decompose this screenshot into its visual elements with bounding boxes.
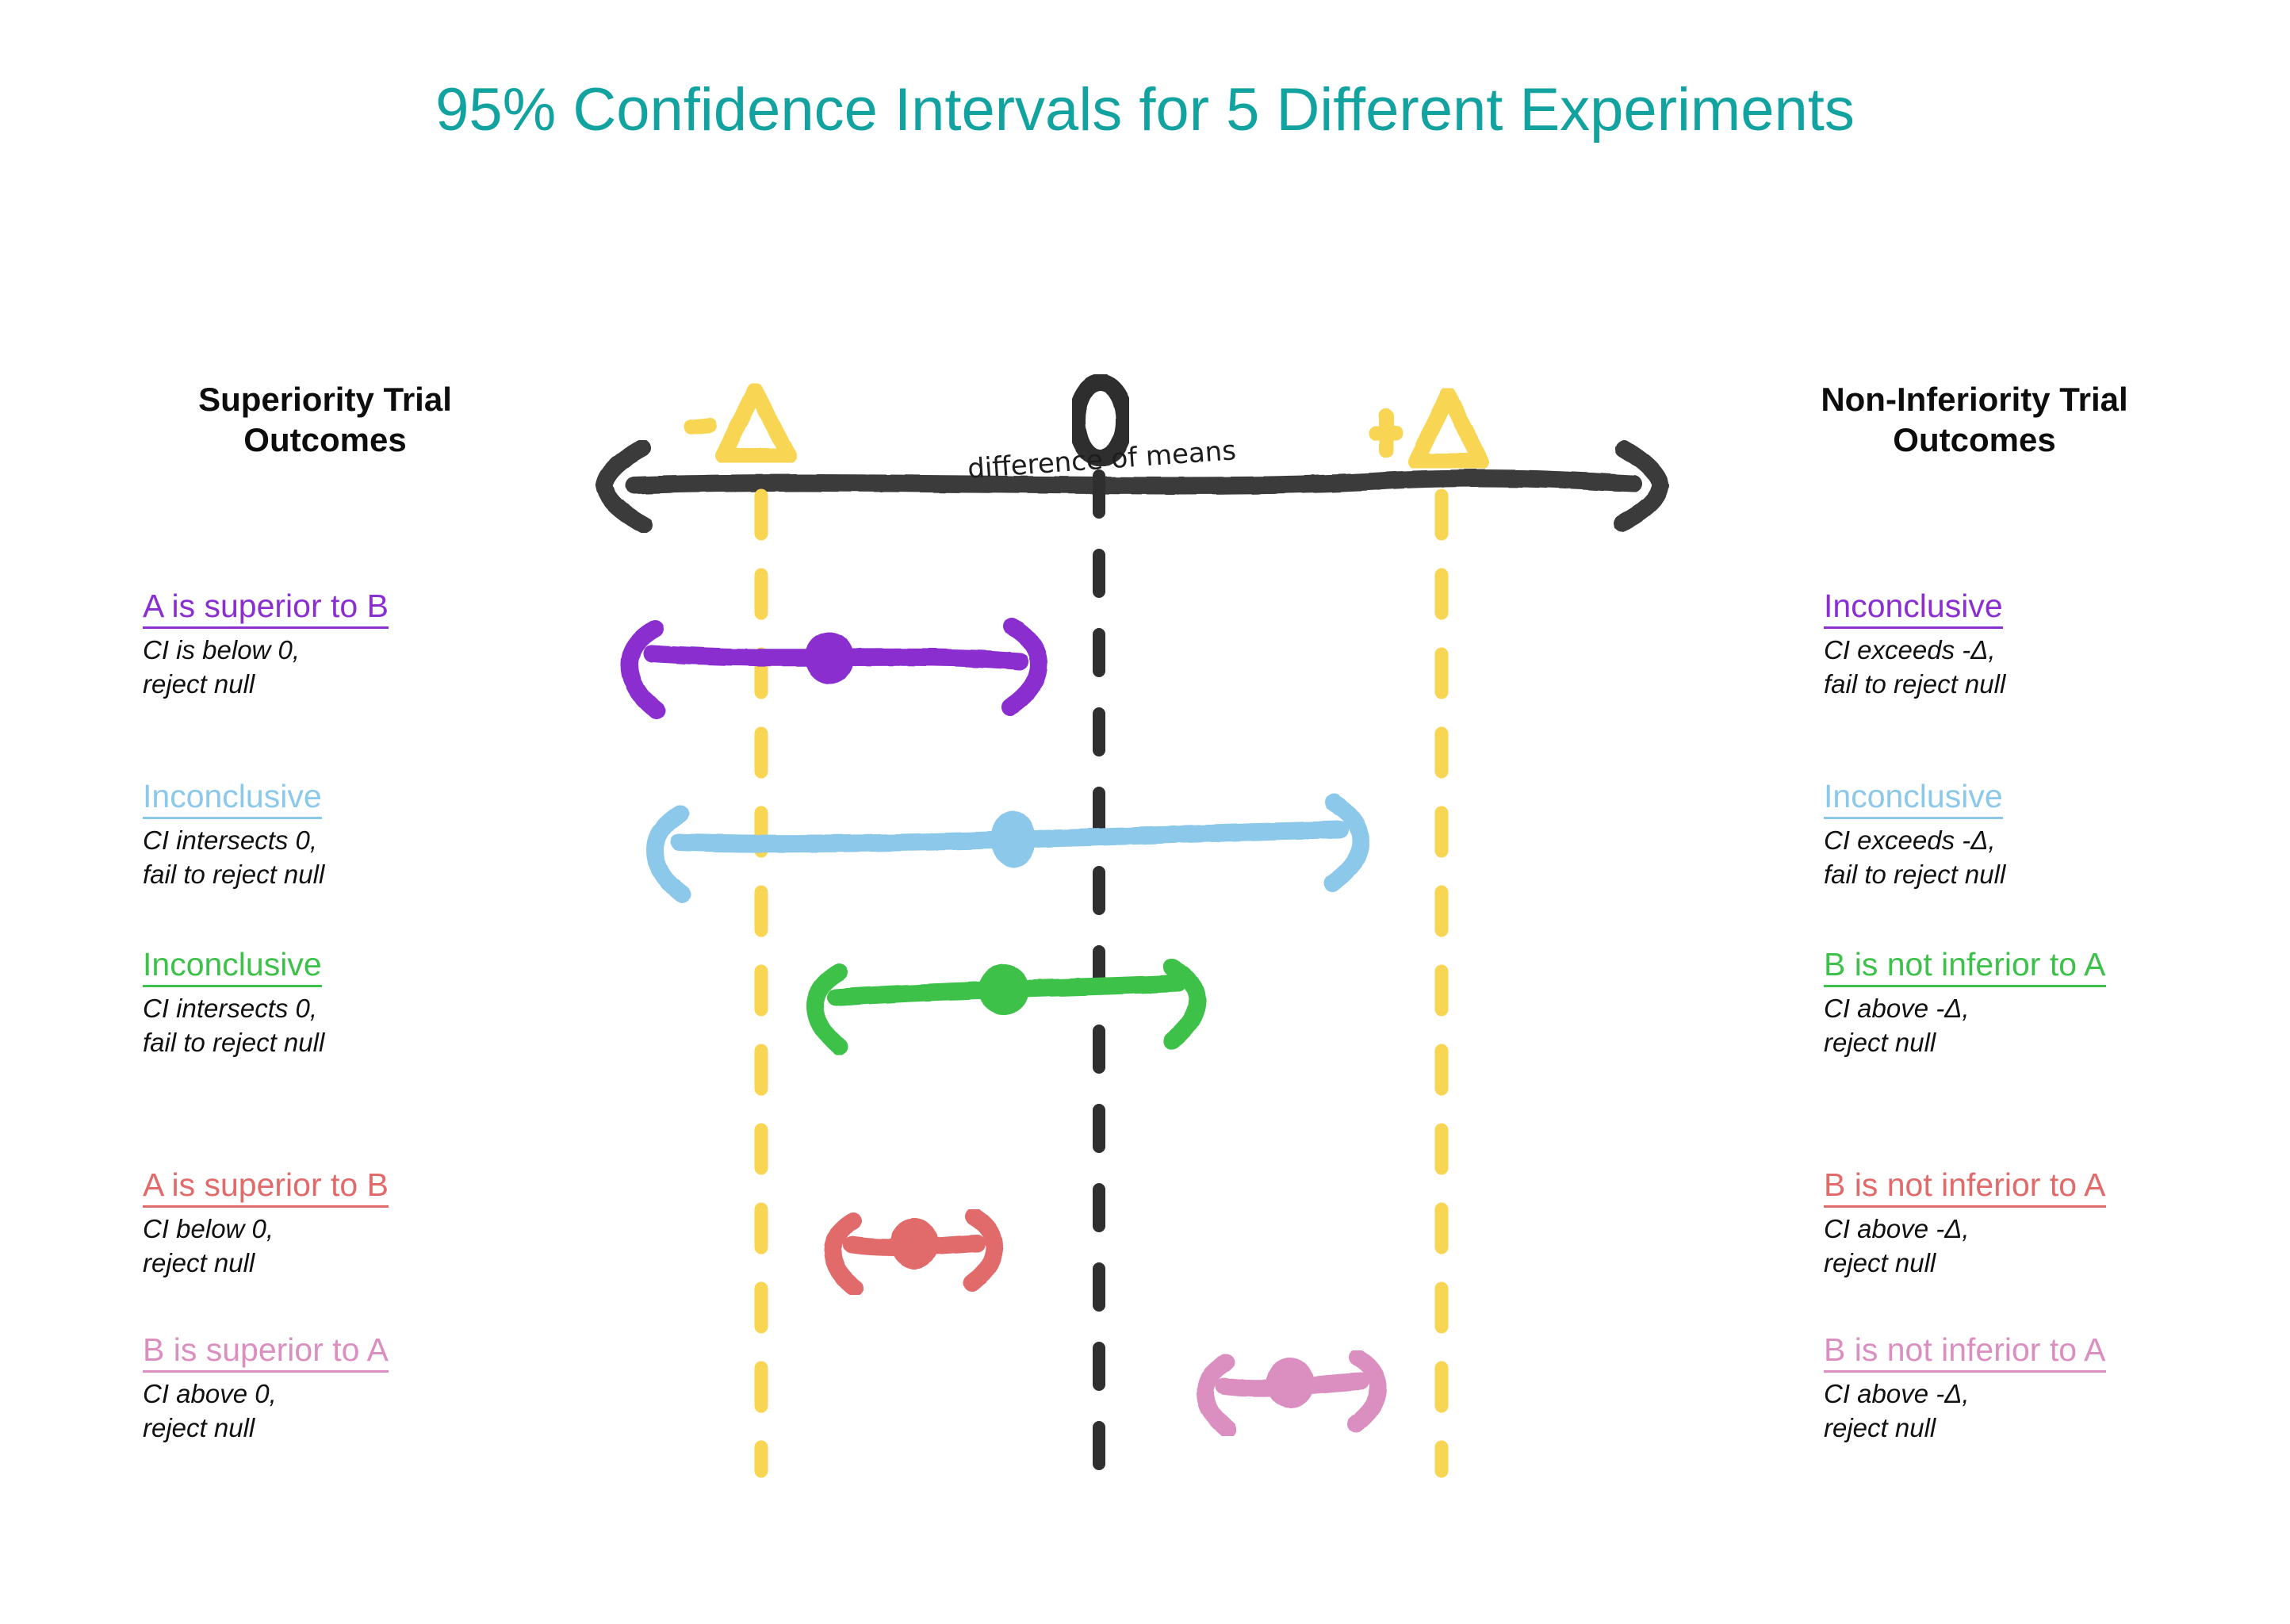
outcome-label: B is not inferior to A (1824, 945, 2106, 988)
outcome-detail: CI above -Δ, reject null (1824, 1379, 1970, 1443)
outcome-row-right-1: Inconclusive CI exceeds -Δ, fail to rejec… (1824, 587, 2290, 702)
outcome-row-left-1: A is superior to B CI is below 0, reject … (143, 587, 650, 702)
outcome-label: Inconclusive (1824, 587, 2003, 630)
outcome-row-right-2: Inconclusive CI exceeds -Δ, fail to rejec… (1824, 777, 2290, 892)
outcome-row-left-4: A is superior to B CI below 0, reject nul… (143, 1166, 650, 1281)
outcome-label: A is superior to B (143, 1166, 389, 1208)
outcome-row-right-3: B is not inferior to A CI above -Δ, rejec… (1824, 945, 2290, 1060)
ci-experiment-1 (620, 618, 1048, 719)
outcome-detail: CI is below 0, reject null (143, 635, 301, 699)
outcome-label: Inconclusive (1824, 777, 2003, 820)
outcome-row-left-3: Inconclusive CI intersects 0, fail to rej… (143, 945, 650, 1060)
outcome-detail: CI intersects 0, fail to reject null (143, 825, 325, 890)
pos-delta-triangle-icon (1369, 387, 1489, 469)
outcome-detail: CI exceeds -Δ, fail to reject null (1824, 825, 2006, 890)
outcome-label: B is superior to A (143, 1331, 389, 1373)
outcome-label: Inconclusive (143, 945, 322, 988)
outcome-detail: CI below 0, reject null (143, 1214, 274, 1278)
ci-experiment-5 (1196, 1349, 1388, 1438)
outcome-label: A is superior to B (143, 587, 389, 630)
ci-experiment-3 (806, 959, 1207, 1055)
outcome-row-left-2: Inconclusive CI intersects 0, fail to rej… (143, 777, 650, 892)
outcome-row-left-5: B is superior to A CI above 0, reject nul… (143, 1331, 650, 1446)
outcome-label: B is not inferior to A (1824, 1331, 2106, 1373)
outcome-detail: CI above -Δ, reject null (1824, 1214, 1970, 1278)
outcome-row-right-5: B is not inferior to A CI above -Δ, rejec… (1824, 1331, 2290, 1446)
outcome-detail: CI above 0, reject null (143, 1379, 277, 1443)
outcome-detail: CI exceeds -Δ, fail to reject null (1824, 635, 2006, 699)
outcome-label: Inconclusive (143, 777, 322, 820)
neg-delta-triangle-icon (684, 382, 797, 464)
outcome-label: B is not inferior to A (1824, 1166, 2106, 1208)
outcome-detail: CI intersects 0, fail to reject null (143, 994, 325, 1058)
ci-experiment-4 (823, 1208, 1004, 1297)
outcome-detail: CI above -Δ, reject null (1824, 994, 1970, 1058)
outcome-row-right-4: B is not inferior to A CI above -Δ, rejec… (1824, 1166, 2290, 1281)
